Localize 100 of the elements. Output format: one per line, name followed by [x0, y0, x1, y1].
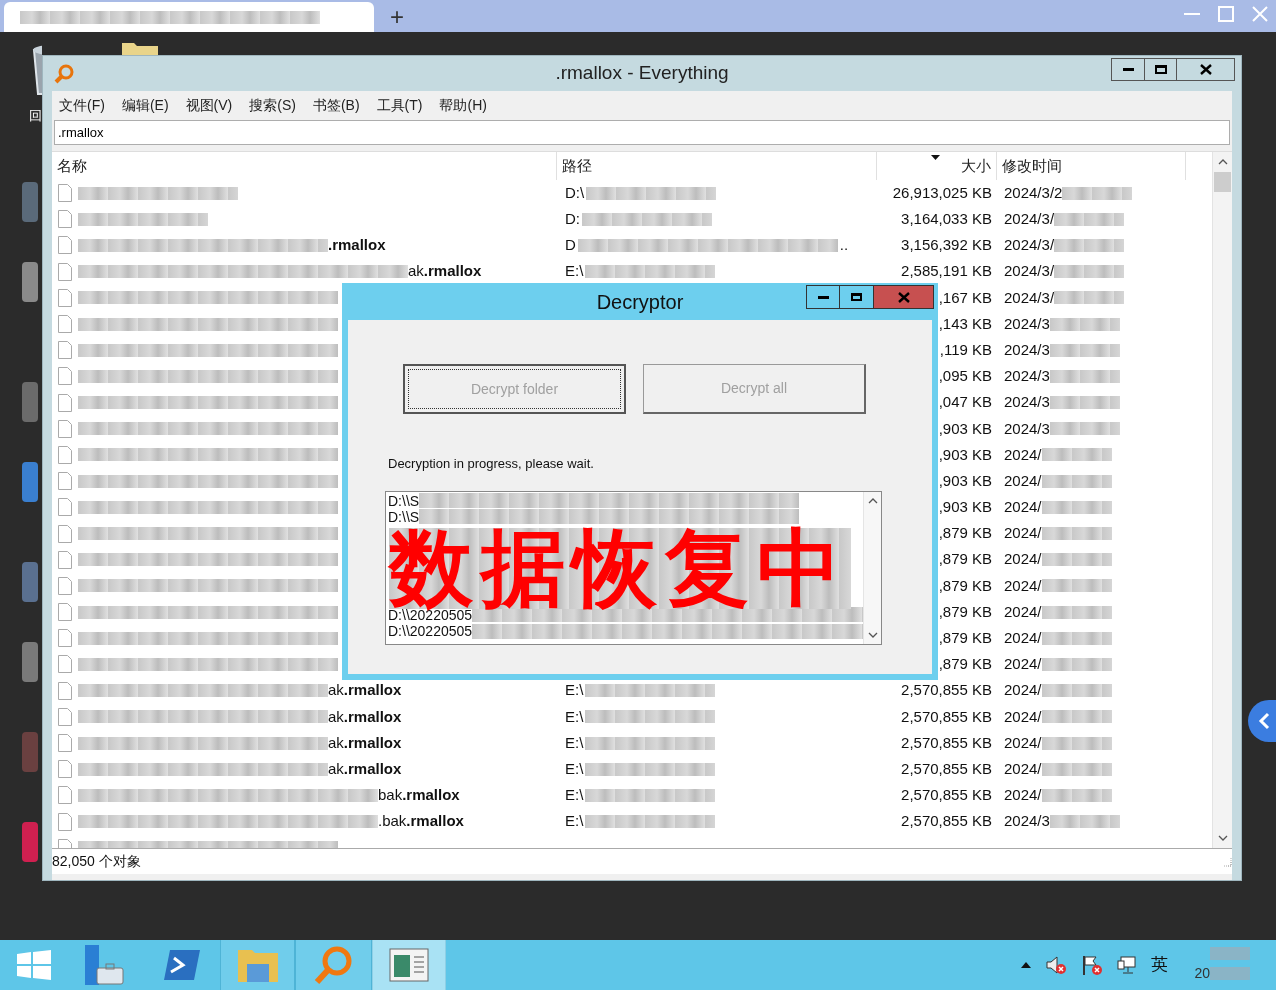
maximize-button[interactable]	[1145, 58, 1177, 81]
date-text: 2024/	[1004, 575, 1042, 596]
menu-item[interactable]: 搜索(S)	[249, 95, 296, 116]
column-header[interactable]: 名称	[52, 152, 557, 180]
taskbar-app[interactable]	[372, 940, 446, 990]
desktop-icon[interactable]	[22, 182, 38, 222]
browser-tab[interactable]	[4, 2, 374, 32]
clock[interactable]: 20	[1194, 946, 1250, 984]
file-icon	[58, 367, 72, 386]
menu-item[interactable]: 帮助(H)	[439, 95, 487, 116]
column-header[interactable]: 路径	[557, 152, 877, 180]
scroll-thumb[interactable]	[1214, 172, 1231, 192]
server-icon	[83, 944, 125, 986]
date-text: 2024/	[1004, 444, 1042, 465]
menu-item[interactable]: 编辑(E)	[121, 95, 169, 116]
search-field[interactable]: .rmallox	[54, 120, 1230, 145]
close-button[interactable]	[1177, 58, 1235, 81]
status-message: Decryption in progress, please wait.	[388, 455, 595, 473]
date-text: 2024/	[1004, 758, 1042, 779]
file-icon	[58, 786, 72, 805]
scrollbar[interactable]	[1212, 152, 1232, 848]
scrollbar[interactable]	[863, 491, 881, 644]
size-text: ,879 KB	[938, 628, 992, 649]
close-icon[interactable]	[1250, 4, 1270, 24]
blurred-text	[1049, 317, 1120, 331]
blurred-text	[1041, 684, 1112, 698]
blurred-text	[1049, 396, 1120, 410]
blurred-text	[1041, 579, 1112, 593]
minimize-button[interactable]	[806, 285, 840, 309]
date-text: 2024/3	[1004, 313, 1050, 334]
size-text: ,879 KB	[938, 523, 992, 544]
blurred-text	[1049, 343, 1120, 357]
size-text: 2,570,855 KB	[901, 706, 992, 727]
tray-arrow-icon[interactable]	[1021, 962, 1032, 968]
file-icon	[58, 760, 72, 779]
menu-item[interactable]: 书签(B)	[312, 95, 360, 116]
new-tab-button[interactable]: +	[382, 2, 412, 32]
menu-item[interactable]: 文件(F)	[59, 95, 105, 116]
menu-item[interactable]: 工具(T)	[376, 95, 423, 116]
date-text: 2024/	[1004, 785, 1042, 806]
file-icon	[58, 419, 72, 438]
desktop-icon[interactable]	[22, 262, 38, 302]
taskbar-app[interactable]	[295, 940, 372, 990]
path-text: D	[565, 235, 576, 256]
desktop-icon[interactable]	[22, 462, 38, 502]
blurred-text	[1054, 291, 1125, 305]
maximize-icon[interactable]	[1216, 4, 1236, 24]
size-text: 2,585,191 KB	[901, 261, 992, 282]
date-text: 2024/3/	[1004, 287, 1055, 308]
path-text: E:\	[565, 758, 584, 779]
clock-text: 20	[1194, 963, 1210, 983]
minimize-button[interactable]	[1111, 58, 1145, 81]
blurred-text	[1210, 946, 1250, 960]
collapse-tab-icon[interactable]	[1248, 700, 1276, 742]
flag-alert-icon[interactable]	[1081, 954, 1104, 976]
blurred-text	[1041, 500, 1112, 514]
start-icon[interactable]	[17, 950, 51, 980]
date-text: 2024/3	[1004, 418, 1050, 439]
size-text: ,903 KB	[938, 444, 992, 465]
size-text: 26,913,025 KB	[892, 182, 992, 203]
file-icon	[58, 236, 72, 255]
close-icon	[897, 291, 910, 303]
menu-item[interactable]: 视图(V)	[185, 95, 233, 116]
desktop-icon-label: 回	[29, 107, 42, 125]
date-text: 2024/3	[1004, 811, 1050, 832]
input-language-button[interactable]: 英	[1151, 952, 1169, 978]
blurred-text	[1062, 186, 1133, 200]
size-text: ,903 KB	[938, 470, 992, 491]
size-text: ,047 KB	[938, 392, 992, 413]
file-icon	[58, 393, 72, 412]
column-header[interactable]: 大小	[877, 152, 997, 180]
date-text: 2024/3	[1004, 366, 1050, 387]
taskbar-app[interactable]	[220, 940, 295, 990]
date-text: 2024/	[1004, 470, 1042, 491]
date-text: 2024/	[1004, 706, 1042, 727]
date-text: 2024/3/	[1004, 209, 1055, 230]
column-header[interactable]: 修改时间	[997, 152, 1186, 180]
desktop-icon[interactable]	[22, 642, 38, 682]
desktop-icon[interactable]	[22, 732, 38, 772]
resize-grip-icon[interactable]	[1222, 856, 1232, 867]
size-text: 2,570,855 KB	[901, 785, 992, 806]
size-text: 2,570,855 KB	[901, 732, 992, 753]
size-text: ,879 KB	[938, 575, 992, 596]
file-icon	[58, 288, 72, 307]
size-text: ,143 KB	[938, 313, 992, 334]
path-text: E:\	[565, 732, 584, 753]
desktop-icon[interactable]	[22, 382, 38, 422]
speaker-muted-icon[interactable]	[1045, 955, 1068, 975]
desktop-icon[interactable]	[22, 822, 38, 862]
desktop-icon[interactable]	[22, 562, 38, 602]
network-icon[interactable]	[1117, 955, 1138, 975]
file-icon	[58, 707, 72, 726]
blurred-text	[1054, 265, 1125, 279]
path-text: D:\	[565, 182, 585, 203]
magnifier-icon	[53, 62, 75, 85]
size-text: ,167 KB	[938, 287, 992, 308]
path-text: E:\	[565, 785, 584, 806]
date-text: 2024/	[1004, 654, 1042, 675]
close-icon	[1199, 64, 1212, 75]
file-icon	[58, 603, 72, 622]
